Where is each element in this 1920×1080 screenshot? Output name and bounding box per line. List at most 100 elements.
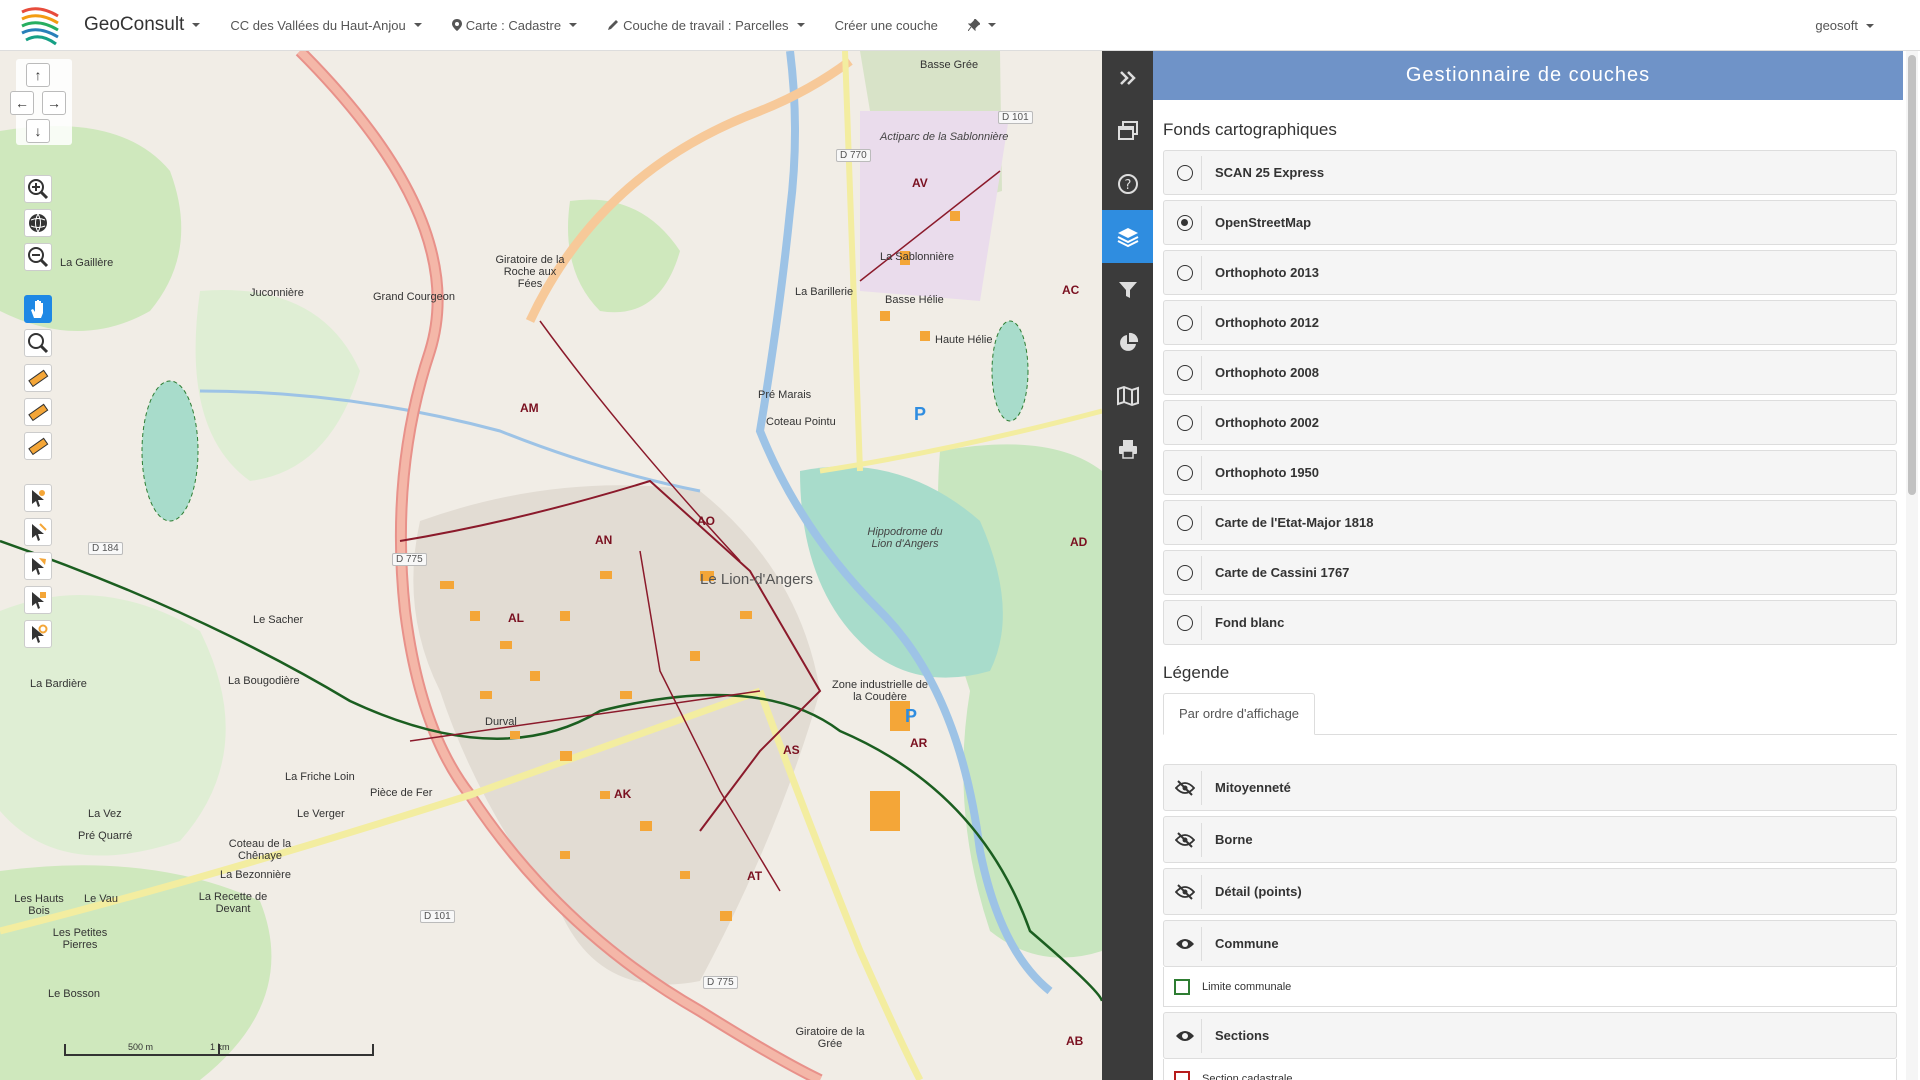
- select-circle-button[interactable]: [24, 620, 52, 648]
- user-menu[interactable]: geosoft: [1815, 18, 1874, 33]
- measure-area-button[interactable]: [24, 398, 52, 426]
- territory-menu[interactable]: CC des Vallées du Haut-Anjou: [230, 18, 422, 33]
- radio-button[interactable]: [1168, 305, 1202, 340]
- place-label: Grand Courgeon: [373, 291, 455, 303]
- legend-layer-row[interactable]: Mitoyenneté: [1163, 764, 1897, 811]
- statistics-button[interactable]: [1102, 316, 1153, 369]
- brand-menu[interactable]: GeoConsult: [84, 14, 201, 36]
- zoom-out-button[interactable]: [24, 243, 52, 271]
- pan-tool-button[interactable]: [24, 295, 52, 323]
- full-extent-button[interactable]: [24, 209, 52, 237]
- top-navbar: GeoConsult CC des Vallées du Haut-Anjou …: [0, 0, 1920, 51]
- maps-button[interactable]: [1102, 369, 1153, 422]
- place-label: Le Vau: [84, 893, 119, 905]
- road-label: D 775: [703, 976, 738, 989]
- basemap-row[interactable]: Orthophoto 2013: [1163, 250, 1897, 295]
- pan-up-button[interactable]: ↑: [26, 63, 50, 87]
- working-layer-menu[interactable]: Couche de travail : Parcelles: [607, 17, 805, 33]
- radio-button[interactable]: [1168, 605, 1202, 640]
- visibility-toggle[interactable]: [1168, 926, 1202, 961]
- filter-button[interactable]: [1102, 263, 1153, 316]
- legend-layer-label: Commune: [1215, 936, 1279, 951]
- pan-down-button[interactable]: ↓: [26, 119, 50, 143]
- legend-layer-row[interactable]: Commune: [1163, 920, 1897, 967]
- basemap-row[interactable]: Orthophoto 2002: [1163, 400, 1897, 445]
- help-button[interactable]: ?: [1102, 157, 1153, 210]
- legend-layer-row[interactable]: Borne: [1163, 816, 1897, 863]
- scrollbar-thumb[interactable]: [1908, 55, 1916, 495]
- layers-button[interactable]: [1102, 210, 1153, 263]
- radio-button[interactable]: [1168, 205, 1202, 240]
- pan-left-button[interactable]: ←: [10, 91, 34, 115]
- hand-icon: [31, 300, 43, 318]
- select-line-button[interactable]: [24, 518, 52, 546]
- basemap-label: Orthophoto 2008: [1215, 365, 1320, 380]
- place-label: La Bezonnière: [220, 869, 291, 881]
- select-point-button[interactable]: [24, 484, 52, 512]
- basemap-row[interactable]: OpenStreetMap: [1163, 200, 1897, 245]
- legend-sub-row: Limite communale: [1163, 967, 1897, 1007]
- basemap-label: Orthophoto 2002: [1215, 415, 1320, 430]
- radio-button[interactable]: [1168, 255, 1202, 290]
- visibility-toggle[interactable]: [1168, 1018, 1202, 1053]
- panel-scrollbar[interactable]: [1906, 51, 1918, 1080]
- section-code: AT: [747, 869, 763, 883]
- basemap-row[interactable]: Carte de Cassini 1767: [1163, 550, 1897, 595]
- tab-display-order[interactable]: Par ordre d'affichage: [1163, 693, 1316, 735]
- select-polygon-button[interactable]: [24, 552, 52, 580]
- place-label: La Sablonnière: [880, 251, 955, 263]
- pin-menu[interactable]: [967, 19, 996, 31]
- radio-button[interactable]: [1168, 355, 1202, 390]
- basemap-row[interactable]: Orthophoto 1950: [1163, 450, 1897, 495]
- road-label: D 101: [998, 111, 1033, 124]
- radio-button[interactable]: [1168, 455, 1202, 490]
- visibility-toggle[interactable]: [1168, 874, 1202, 909]
- basemap-row[interactable]: SCAN 25 Express: [1163, 150, 1897, 195]
- zoom-in-button[interactable]: [24, 175, 52, 203]
- select-box-button[interactable]: [24, 586, 52, 614]
- basemap-list: SCAN 25 Express OpenStreetMap Orthophoto 2…: [1153, 150, 1920, 645]
- pan-right-button[interactable]: →: [42, 91, 66, 115]
- map-marker-icon: [451, 19, 462, 31]
- radio-button[interactable]: [1168, 155, 1202, 190]
- place-label: Le Bosson: [48, 988, 100, 1000]
- place-label: La Bardière: [30, 678, 87, 690]
- print-icon: [1118, 439, 1137, 459]
- geoconsult-logo[interactable]: [18, 2, 64, 48]
- map-canvas[interactable]: Basse Grée Actiparc de la Sablonnière La…: [0, 51, 1102, 1080]
- basemap-row[interactable]: Orthophoto 2012: [1163, 300, 1897, 345]
- eye-icon: [1175, 938, 1194, 949]
- zoom-box-tool-button[interactable]: [24, 329, 52, 357]
- legend-layer-label: Mitoyenneté: [1215, 780, 1291, 795]
- create-layer-link[interactable]: Créer une couche: [835, 18, 938, 33]
- section-code: AD: [1070, 535, 1088, 549]
- basemap-row[interactable]: Carte de l'Etat-Major 1818: [1163, 500, 1897, 545]
- basemap-label: Carte de l'Etat-Major 1818: [1215, 515, 1374, 530]
- place-label: La Bougodière: [228, 675, 300, 687]
- pin-icon: [967, 19, 980, 31]
- svg-text:?: ?: [1124, 178, 1131, 193]
- place-label: Basse Hélie: [885, 294, 944, 306]
- measure-angle-button[interactable]: [24, 432, 52, 460]
- windows-button[interactable]: [1102, 104, 1153, 157]
- radio-button[interactable]: [1168, 505, 1202, 540]
- basemap-row[interactable]: Orthophoto 2008: [1163, 350, 1897, 395]
- visibility-toggle[interactable]: [1168, 770, 1202, 805]
- legend-layer-label: Sections: [1215, 1028, 1270, 1043]
- layers-icon: [1117, 227, 1138, 247]
- working-layer-label: Couche de travail : Parcelles: [623, 17, 789, 33]
- print-button[interactable]: [1102, 422, 1153, 475]
- visibility-toggle[interactable]: [1168, 822, 1202, 857]
- radio-button[interactable]: [1168, 555, 1202, 590]
- legend-layer-row[interactable]: Détail (points): [1163, 868, 1897, 915]
- legend-layer-row[interactable]: Sections: [1163, 1012, 1897, 1059]
- collapse-panel-button[interactable]: [1102, 51, 1153, 104]
- basemap-label: Orthophoto 2012: [1215, 315, 1320, 330]
- basemap-row[interactable]: Fond blanc: [1163, 600, 1897, 645]
- place-label: Giratoire de la Roche aux Fées: [495, 254, 565, 290]
- radio-button[interactable]: [1168, 405, 1202, 440]
- place-label: Le Sacher: [253, 614, 304, 626]
- measure-distance-button[interactable]: [24, 364, 52, 392]
- map-menu[interactable]: Carte : Cadastre: [451, 17, 578, 33]
- map-label: Carte : Cadastre: [465, 17, 562, 33]
